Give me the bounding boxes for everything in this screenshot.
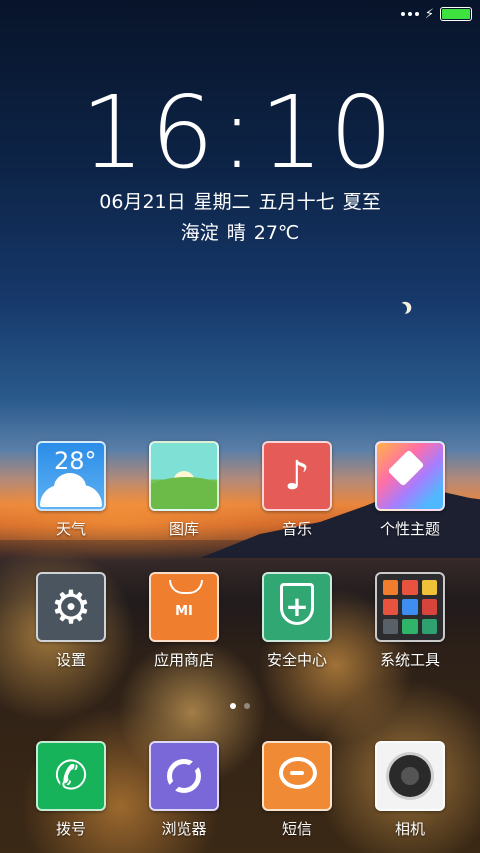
app-security[interactable]: + 安全中心: [247, 572, 347, 670]
browser-icon[interactable]: [149, 741, 219, 811]
shield-plus-icon[interactable]: +: [262, 572, 332, 642]
message-bubble-icon[interactable]: [262, 741, 332, 811]
app-label: 天气: [55, 520, 86, 538]
date-solar-term: 夏至: [342, 191, 381, 213]
dock-phone[interactable]: ✆ 拨号: [21, 741, 121, 839]
date-lunar: 五月十七: [258, 191, 335, 213]
app-label: 浏览器: [161, 820, 207, 838]
app-label: 图库: [168, 520, 199, 538]
dock-camera[interactable]: 相机: [360, 741, 460, 839]
page-dot[interactable]: [244, 703, 250, 709]
gear-icon[interactable]: ⚙: [36, 572, 106, 642]
tools-folder-icon[interactable]: [375, 572, 445, 642]
mi-logo: MI: [175, 604, 193, 619]
app-weather[interactable]: 28° 天气: [21, 441, 121, 539]
page-dot[interactable]: [230, 703, 236, 709]
app-label: 个性主题: [379, 520, 440, 538]
weather-line[interactable]: 海淀晴 27℃: [0, 220, 480, 246]
status-bar: ⚡: [400, 6, 472, 22]
dock-browser[interactable]: 浏览器: [134, 741, 234, 839]
weather-icon-temp: 28°: [54, 447, 97, 475]
weather-temperature: 27℃: [253, 222, 300, 244]
plus-icon: +: [285, 590, 309, 623]
clock-time[interactable]: 16:10: [0, 78, 480, 188]
phone-icon[interactable]: ✆: [36, 741, 106, 811]
weather-icon[interactable]: 28°: [36, 441, 106, 511]
theme-brush-icon[interactable]: [375, 441, 445, 511]
mi-store-icon[interactable]: MI: [149, 572, 219, 642]
cloud-icon: [40, 473, 102, 507]
app-gallery[interactable]: 图库: [134, 441, 234, 539]
app-label: 系统工具: [379, 651, 440, 669]
hill-icon: [151, 477, 217, 509]
app-music[interactable]: ♪ 音乐: [247, 441, 347, 539]
app-label: 安全中心: [266, 651, 327, 669]
camera-icon[interactable]: [375, 741, 445, 811]
date-weekday: 星期二: [193, 191, 251, 213]
lens-icon: [389, 755, 431, 797]
app-label: 短信: [281, 820, 312, 838]
weather-location: 海淀: [180, 222, 219, 244]
charging-bolt-icon: ⚡: [424, 6, 434, 22]
app-label: 拨号: [55, 820, 86, 838]
app-themes[interactable]: 个性主题: [360, 441, 460, 539]
battery-icon: [440, 7, 472, 21]
app-store[interactable]: MI 应用商店: [134, 572, 234, 670]
bubble-bar-icon: [290, 771, 304, 775]
gallery-icon[interactable]: [149, 441, 219, 511]
battery-fill: [442, 9, 470, 19]
app-label: 音乐: [281, 520, 312, 538]
app-label: 设置: [55, 651, 86, 669]
app-label: 相机: [394, 820, 425, 838]
music-note-icon[interactable]: ♪: [262, 441, 332, 511]
brush-icon: [387, 449, 425, 487]
more-dots-icon: [400, 12, 419, 16]
app-tools-folder[interactable]: 系统工具: [360, 572, 460, 670]
bag-handle-icon: [169, 580, 203, 594]
app-settings[interactable]: ⚙ 设置: [21, 572, 121, 670]
date-line[interactable]: 06月21日 星期二 五月十七 夏至: [0, 189, 480, 215]
page-indicator[interactable]: [0, 703, 480, 709]
date-day: 06月21日: [99, 191, 186, 213]
app-label: 应用商店: [153, 651, 214, 669]
weather-condition: 晴: [226, 222, 246, 244]
dock-messages[interactable]: 短信: [247, 741, 347, 839]
